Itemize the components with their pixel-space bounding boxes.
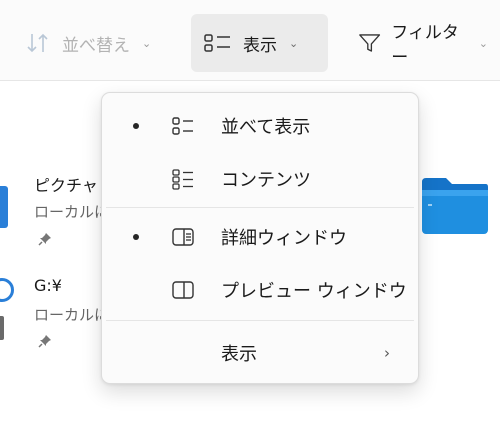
tiles-view-icon <box>172 117 193 135</box>
menu-item-preview-pane[interactable]: プレビュー ウィンドウ <box>106 266 414 314</box>
menu-item-label: 並べて表示 <box>221 117 311 138</box>
menu-item-label: プレビュー ウィンドウ <box>221 281 407 302</box>
sort-icon <box>27 33 48 53</box>
item-subtitle-drive: ローカルに <box>34 306 110 324</box>
drive-base-icon <box>0 316 4 340</box>
pictures-icon <box>0 186 8 228</box>
menu-item-show-submenu[interactable]: 表示 › <box>106 329 414 377</box>
selected-dot-icon <box>133 234 139 240</box>
command-bar: 並べ替え ⌄ 表示 ⌄ フィルター ⌄ <box>0 0 500 81</box>
view-label: 表示 <box>243 35 277 56</box>
menu-item-details-pane[interactable]: 詳細ウィンドウ <box>106 213 414 261</box>
pin-icon <box>38 233 51 246</box>
filter-label: フィルター <box>391 23 459 68</box>
filter-button[interactable]: フィルター ⌄ <box>346 14 500 72</box>
content-view-icon <box>172 169 193 190</box>
chevron-right-icon: › <box>384 344 390 362</box>
list-view-icon <box>204 34 230 52</box>
folder-icon[interactable] <box>420 174 490 236</box>
sort-label: 並べ替え <box>62 35 130 56</box>
menu-separator <box>106 207 414 208</box>
menu-item-content[interactable]: コンテンツ <box>106 155 414 203</box>
item-subtitle-pictures: ローカルに <box>34 203 110 221</box>
preview-pane-icon <box>172 281 194 299</box>
details-pane-icon <box>172 228 194 246</box>
item-title-pictures[interactable]: ピクチャ <box>34 172 98 196</box>
menu-item-label: 詳細ウィンドウ <box>221 228 347 249</box>
chevron-down-icon: ⌄ <box>142 36 152 50</box>
item-title-drive[interactable]: G:¥ <box>34 276 62 295</box>
menu-item-label: コンテンツ <box>221 170 311 191</box>
chevron-down-icon: ⌄ <box>478 36 488 50</box>
filter-icon <box>359 34 381 52</box>
menu-item-label: 表示 <box>221 344 257 365</box>
view-dropdown-menu: 並べて表示 コンテンツ 詳細ウィンドウ プレビュー ウィンドウ 表示 › <box>101 92 419 384</box>
menu-item-tiles[interactable]: 並べて表示 <box>106 102 414 150</box>
chevron-down-icon: ⌄ <box>289 36 299 50</box>
pin-icon <box>38 335 51 348</box>
selected-dot-icon <box>133 123 139 129</box>
sort-button[interactable]: 並べ替え ⌄ <box>14 14 163 72</box>
view-button[interactable]: 表示 ⌄ <box>191 14 328 72</box>
menu-separator <box>106 320 414 321</box>
